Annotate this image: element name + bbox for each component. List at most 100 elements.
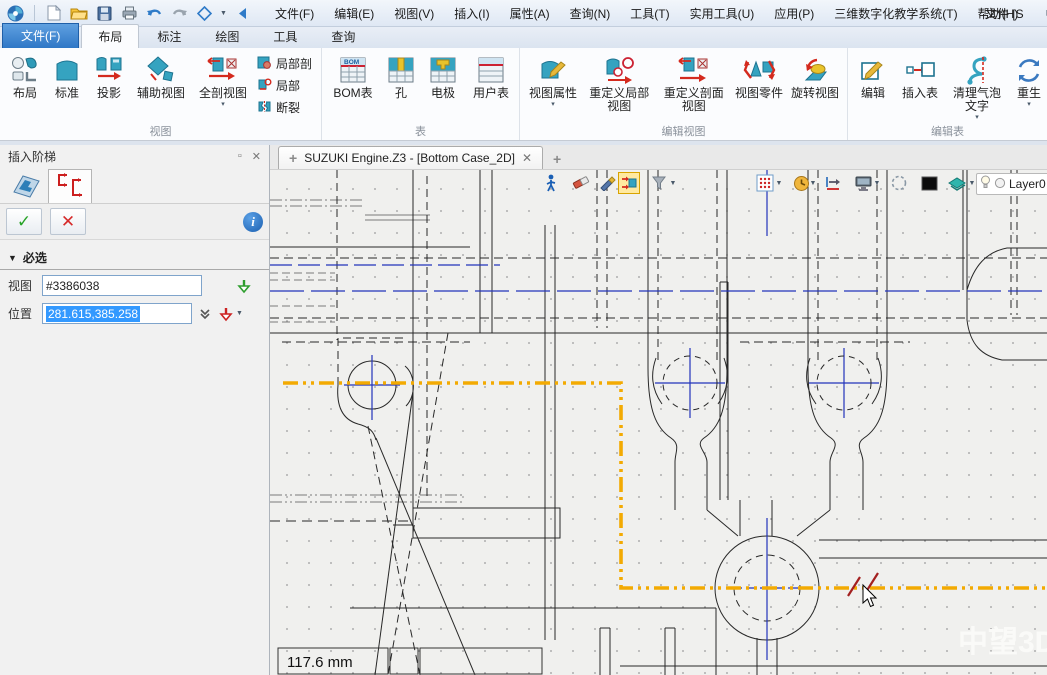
position-input[interactable]: 281.615,385.258 bbox=[42, 303, 192, 324]
redefine-local-view-button[interactable]: 重定义局部视图 bbox=[582, 50, 657, 124]
local-view-button[interactable]: 局部 bbox=[254, 76, 315, 95]
ribbon-tab-row: 文件(F) 布局 标注 绘图 工具 查询 bbox=[0, 27, 1047, 48]
goto-arrow-icon[interactable] bbox=[822, 172, 844, 194]
selection-dashed-circle-icon[interactable] bbox=[888, 172, 910, 194]
full-section-view-icon bbox=[205, 53, 241, 87]
menu-insert[interactable]: 插入(I) bbox=[445, 2, 498, 25]
ribbon-tab-file[interactable]: 文件(F) bbox=[2, 23, 79, 48]
print-icon[interactable] bbox=[120, 4, 138, 22]
display-monitor-icon[interactable] bbox=[852, 172, 874, 194]
new-tab-button[interactable]: + bbox=[553, 151, 561, 169]
full-section-view-button[interactable]: 全剖视图 ▾ bbox=[192, 50, 254, 124]
local-section-button[interactable]: 局部剖 bbox=[254, 54, 315, 73]
grid-dropdown-icon[interactable]: ▼ bbox=[774, 172, 784, 194]
document-tab-title: SUZUKI Engine.Z3 - [Bottom Case_2D] bbox=[304, 151, 515, 165]
open-file-icon[interactable] bbox=[70, 4, 88, 22]
hole-table-button[interactable]: 孔 bbox=[380, 50, 422, 124]
broken-view-button[interactable]: 断裂 bbox=[254, 98, 315, 117]
edit-button[interactable]: 编辑 bbox=[852, 50, 894, 124]
menu-utilities[interactable]: 实用工具(U) bbox=[681, 2, 764, 25]
view-input[interactable]: #3386038 bbox=[42, 275, 202, 296]
ribbon-tab-tools[interactable]: 工具 bbox=[257, 25, 313, 48]
ribbon-group-edit-table: 编辑 插入表 清理气泡文字 ▾ 重生 ▾ 编辑表 bbox=[848, 48, 1047, 140]
watermark: 中望3D bbox=[958, 626, 1047, 659]
save-icon[interactable] bbox=[95, 4, 113, 22]
tab-close-icon[interactable]: ✕ bbox=[522, 151, 532, 165]
menu-3d-teaching-system[interactable]: 三维数字化教学系统(T) bbox=[825, 2, 966, 25]
dropdown-arrow-icon[interactable]: ▾ bbox=[1027, 100, 1031, 108]
redefine-section-view-button[interactable]: 重定义剖面视图 bbox=[657, 50, 732, 124]
menu-attributes[interactable]: 属性(A) bbox=[501, 2, 559, 25]
ribbon-tab-inquire[interactable]: 查询 bbox=[315, 25, 371, 48]
group-label-edit-view: 编辑视图 bbox=[520, 123, 847, 139]
layer-combo[interactable]: Layer0 bbox=[976, 173, 1047, 195]
paintbrush-icon[interactable] bbox=[596, 172, 618, 194]
info-button[interactable]: i bbox=[243, 212, 263, 232]
pan-walk-icon[interactable] bbox=[540, 172, 562, 194]
regenerate-button[interactable]: 重生 ▾ bbox=[1008, 50, 1047, 124]
menu-edit[interactable]: 编辑(E) bbox=[325, 2, 383, 25]
view-part-button[interactable]: 视图零件 bbox=[731, 50, 787, 124]
ribbon-group-tables: BOM BOM表 孔 电极 用户表 表 bbox=[322, 48, 520, 140]
auxiliary-view-button[interactable]: 辅助视图 bbox=[130, 50, 192, 124]
point-grid-icon[interactable] bbox=[754, 172, 776, 194]
pick-view-icon[interactable] bbox=[236, 278, 252, 294]
drawing-canvas[interactable]: 117.6 mm 中望3D ▼ ▼ ▼ ▼ ▼ Layer0 bbox=[270, 170, 1047, 675]
insert-table-icon bbox=[904, 53, 936, 87]
display-dropdown-icon[interactable]: ▼ bbox=[872, 172, 882, 194]
view-attributes-button[interactable]: 视图属性 ▾ bbox=[524, 50, 582, 124]
panel-close-icon[interactable]: ✕ bbox=[252, 150, 261, 163]
views-small-buttons: 局部剖 局部 断裂 bbox=[254, 50, 315, 117]
color-swatch-black-icon[interactable] bbox=[918, 172, 940, 194]
eraser-icon[interactable] bbox=[570, 172, 592, 194]
insert-table-button[interactable]: 插入表 bbox=[894, 50, 946, 124]
button-label: 辅助视图 bbox=[137, 87, 185, 100]
bom-table-button[interactable]: BOM BOM表 bbox=[326, 50, 380, 124]
rotate-view-button[interactable]: 旋转视图 bbox=[787, 50, 843, 124]
ok-button[interactable]: ✓ bbox=[6, 208, 42, 235]
section-line-orange[interactable] bbox=[283, 383, 1047, 588]
layer-state-circle-icon[interactable] bbox=[994, 177, 1006, 192]
dropdown-arrow-icon[interactable]: ▾ bbox=[551, 100, 555, 108]
panel-tab-view[interactable] bbox=[4, 169, 48, 203]
collapse-toolbar-icon[interactable] bbox=[234, 4, 252, 22]
menu-applications[interactable]: 应用(P) bbox=[765, 2, 823, 25]
panel-tab-step[interactable] bbox=[48, 169, 92, 203]
pick-position-icon[interactable]: ▼ bbox=[218, 306, 243, 322]
undo-icon[interactable] bbox=[145, 4, 163, 22]
menu-inquire[interactable]: 查询(N) bbox=[561, 2, 620, 25]
position-field-label: 位置 bbox=[8, 305, 36, 322]
ribbon-tab-layout[interactable]: 布局 bbox=[81, 24, 139, 48]
document-tab[interactable]: + SUZUKI Engine.Z3 - [Bottom Case_2D] ✕ bbox=[278, 146, 543, 169]
dropdown-arrow-icon[interactable]: ▾ bbox=[975, 113, 979, 121]
menu-view[interactable]: 视图(V) bbox=[385, 2, 443, 25]
new-file-icon[interactable] bbox=[45, 4, 63, 22]
ribbon-tab-annotation[interactable]: 标注 bbox=[141, 25, 197, 48]
filter-dropdown-icon[interactable]: ▼ bbox=[668, 172, 678, 194]
app-logo-icon[interactable] bbox=[6, 4, 24, 22]
layers-icon[interactable] bbox=[946, 172, 968, 194]
lightbulb-icon[interactable] bbox=[980, 175, 991, 193]
pick-dropdown-icon[interactable]: ▼ bbox=[236, 310, 243, 317]
required-section-header[interactable]: ▼ 必选 bbox=[0, 246, 269, 270]
layout-view-button[interactable]: 布局 bbox=[4, 50, 46, 124]
dropdown-arrow-icon[interactable]: ▾ bbox=[221, 100, 225, 108]
button-label: 重生 bbox=[1017, 87, 1041, 100]
projection-view-button[interactable]: 投影 bbox=[88, 50, 130, 124]
view-orient-dropdown-icon[interactable]: ▼ bbox=[220, 10, 227, 17]
cancel-button[interactable]: ✕ bbox=[50, 208, 86, 235]
timer-dropdown-icon[interactable]: ▼ bbox=[808, 172, 818, 194]
expand-chevrons-icon[interactable] bbox=[198, 307, 212, 321]
user-table-button[interactable]: 用户表 bbox=[464, 50, 518, 124]
redo-icon[interactable] bbox=[170, 4, 188, 22]
ribbon-tab-sketch[interactable]: 绘图 bbox=[199, 25, 255, 48]
standard-view-button[interactable]: 标准 bbox=[46, 50, 88, 124]
filter-funnel-icon[interactable] bbox=[648, 172, 670, 194]
panel-restore-icon[interactable]: ▫ bbox=[238, 150, 242, 163]
view-orient-icon[interactable] bbox=[195, 4, 213, 22]
clean-balloon-text-button[interactable]: 清理气泡文字 ▾ bbox=[946, 50, 1008, 124]
menu-tools[interactable]: 工具(T) bbox=[621, 2, 678, 25]
show-target-icon[interactable] bbox=[618, 172, 640, 194]
electrode-table-button[interactable]: 电极 bbox=[422, 50, 464, 124]
menu-file[interactable]: 文件(F) bbox=[266, 2, 323, 25]
